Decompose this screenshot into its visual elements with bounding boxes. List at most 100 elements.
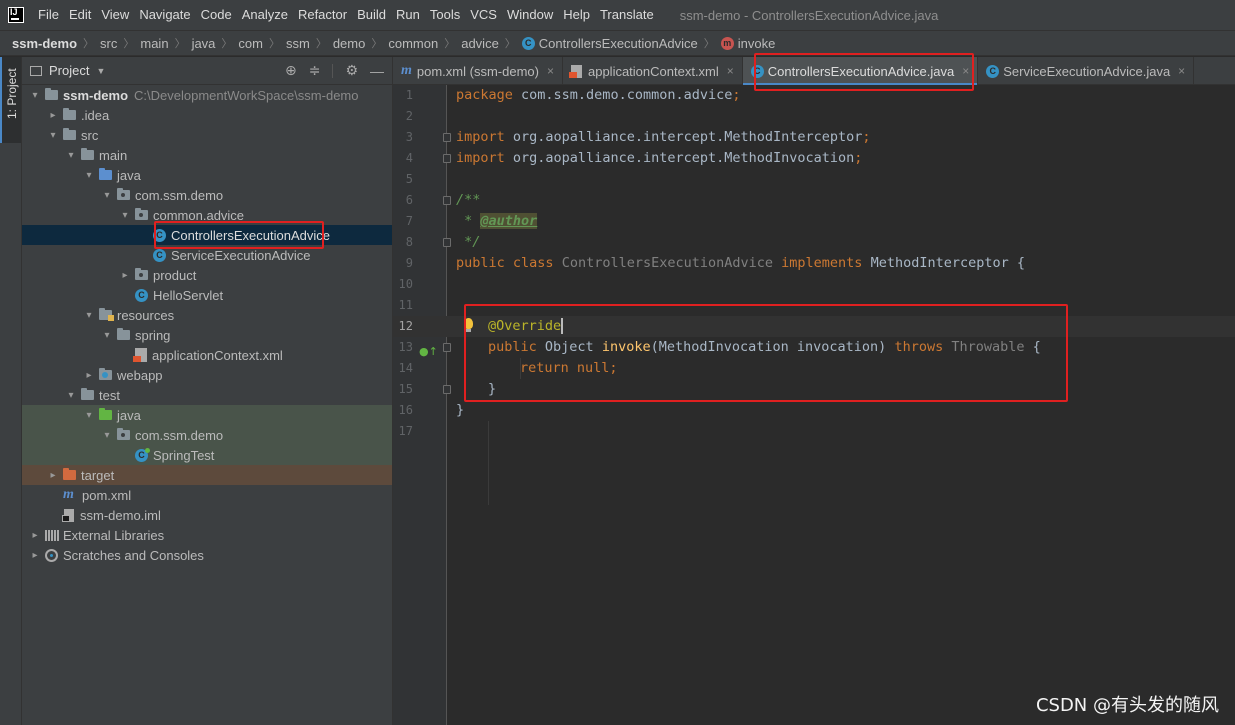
lightbulb-icon[interactable] — [464, 318, 473, 332]
chevron-down-icon[interactable]: ▾ — [100, 430, 114, 441]
tree-item-root[interactable]: ▾ ssm-demo C:\DevelopmentWorkSpace\ssm-d… — [22, 85, 392, 105]
menu-view[interactable]: View — [97, 0, 135, 30]
chevron-right-icon[interactable]: ▸ — [28, 530, 42, 541]
tree-item-test-java[interactable]: ▾ java — [22, 405, 392, 425]
breadcrumb-java[interactable]: java — [192, 36, 216, 51]
tree-item-service-advice[interactable]: C ServiceExecutionAdvice — [22, 245, 392, 265]
collapse-all-icon[interactable]: ≑ — [309, 62, 321, 79]
breadcrumb-common[interactable]: common — [388, 36, 438, 51]
tree-item-external-libraries[interactable]: ▸ External Libraries — [22, 525, 392, 545]
gear-icon[interactable]: ⚙ — [345, 62, 358, 79]
menu-navigate[interactable]: Navigate — [135, 0, 196, 30]
chevron-down-icon[interactable]: ▾ — [100, 190, 114, 201]
breadcrumb-class[interactable]: C ControllersExecutionAdvice — [521, 36, 698, 51]
breadcrumb-project[interactable]: ssm-demo — [12, 36, 77, 51]
tree-item-idea[interactable]: ▸ .idea — [22, 105, 392, 125]
breadcrumb-src[interactable]: src — [100, 36, 117, 51]
breadcrumb-main[interactable]: main — [140, 36, 168, 51]
tree-item-test[interactable]: ▾ test — [22, 385, 392, 405]
chevron-right-icon: 〉 — [123, 38, 135, 50]
project-view-selector[interactable]: Project — [49, 63, 89, 78]
chevron-down-icon[interactable]: ▾ — [118, 210, 132, 221]
tree-item-label: spring — [135, 327, 171, 343]
tree-item-resources[interactable]: ▾ resources — [22, 305, 392, 325]
excluded-folder-icon — [63, 468, 76, 480]
tab-service-advice[interactable]: C ServiceExecutionAdvice.java × — [978, 57, 1195, 85]
minimize-icon[interactable]: — — [370, 63, 384, 79]
fold-marker-icon[interactable] — [443, 154, 451, 163]
method-params: (MethodInvocation invocation) — [650, 339, 895, 355]
tree-item-target[interactable]: ▸ target — [22, 465, 392, 485]
locate-icon[interactable]: ⊕ — [285, 62, 297, 79]
chevron-down-icon[interactable]: ▾ — [100, 330, 114, 341]
tab-label: applicationContext.xml — [587, 63, 719, 79]
menu-build[interactable]: Build — [353, 0, 392, 30]
chevron-right-icon[interactable]: ▸ — [28, 550, 42, 561]
menu-analyze[interactable]: Analyze — [238, 0, 294, 30]
tree-item-spring[interactable]: ▾ spring — [22, 325, 392, 345]
menu-refactor[interactable]: Refactor — [294, 0, 353, 30]
code-line-8: 8 */ — [393, 232, 1235, 253]
chevron-down-icon[interactable]: ▾ — [82, 310, 96, 321]
fold-marker-icon[interactable] — [443, 196, 451, 205]
fold-marker-icon[interactable] — [443, 343, 451, 352]
chevron-down-icon[interactable]: ▾ — [64, 390, 78, 401]
tree-item-spring-test[interactable]: C SpringTest — [22, 445, 392, 465]
fold-marker-icon[interactable] — [443, 238, 451, 247]
tree-item-package[interactable]: ▾ com.ssm.demo — [22, 185, 392, 205]
breadcrumb-com[interactable]: com — [238, 36, 263, 51]
menu-tools[interactable]: Tools — [426, 0, 466, 30]
breadcrumb-demo[interactable]: demo — [333, 36, 366, 51]
chevron-down-icon[interactable]: ▾ — [46, 130, 60, 141]
menu-help[interactable]: Help — [559, 0, 596, 30]
chevron-right-icon[interactable]: ▸ — [46, 470, 60, 481]
watermark: CSDN @有头发的随风 — [1035, 695, 1219, 716]
breadcrumb-advice[interactable]: advice — [461, 36, 499, 51]
close-icon[interactable]: × — [1178, 64, 1185, 78]
tree-item-pom[interactable]: m pom.xml — [22, 485, 392, 505]
chevron-right-icon[interactable]: ▸ — [46, 110, 60, 121]
menu-code[interactable]: Code — [197, 0, 238, 30]
breadcrumb-ssm[interactable]: ssm — [286, 36, 310, 51]
folder-icon — [63, 128, 76, 140]
chevron-down-icon[interactable]: ▼ — [96, 66, 105, 76]
chevron-down-icon[interactable]: ▾ — [64, 150, 78, 161]
chevron-down-icon[interactable]: ▾ — [28, 90, 42, 101]
chevron-right-icon[interactable]: ▸ — [118, 270, 132, 281]
chevron-right-icon: 〉 — [174, 38, 186, 50]
breadcrumb-method[interactable]: m invoke — [720, 36, 775, 51]
tree-item-webapp[interactable]: ▸ webapp — [22, 365, 392, 385]
tab-application-context[interactable]: applicationContext.xml × — [563, 57, 743, 85]
code-editor[interactable]: 1 package com.ssm.demo.common.advice; 2 … — [393, 85, 1235, 725]
tree-item-main[interactable]: ▾ main — [22, 145, 392, 165]
menu-vcs[interactable]: VCS — [466, 0, 503, 30]
menu-run[interactable]: Run — [392, 0, 426, 30]
project-tool-tab[interactable]: 1: Project — [0, 57, 21, 143]
tree-item-common-advice[interactable]: ▾ common.advice — [22, 205, 392, 225]
line-number: 13 — [398, 340, 413, 354]
tree-item-scratches[interactable]: ▸ Scratches and Consoles — [22, 545, 392, 565]
chevron-right-icon[interactable]: ▸ — [82, 370, 96, 381]
brace: } — [456, 402, 465, 418]
tree-item-hello-servlet[interactable]: C HelloServlet — [22, 285, 392, 305]
tab-pom-xml[interactable]: m pom.xml (ssm-demo) × — [393, 57, 563, 85]
tree-item-controllers-advice[interactable]: C ControllersExecutionAdvice — [22, 225, 392, 245]
close-icon[interactable]: × — [547, 64, 554, 78]
chevron-down-icon[interactable]: ▾ — [82, 410, 96, 421]
chevron-down-icon[interactable]: ▾ — [82, 170, 96, 181]
fold-marker-icon[interactable] — [443, 133, 451, 142]
tree-item-src[interactable]: ▾ src — [22, 125, 392, 145]
menu-translate[interactable]: Translate — [596, 0, 660, 30]
fold-marker-icon[interactable] — [443, 385, 451, 394]
menu-edit[interactable]: Edit — [65, 0, 97, 30]
tree-item-iml[interactable]: ssm-demo.iml — [22, 505, 392, 525]
tree-item-product[interactable]: ▸ product — [22, 265, 392, 285]
menu-window[interactable]: Window — [503, 0, 559, 30]
tree-item-test-package[interactable]: ▾ com.ssm.demo — [22, 425, 392, 445]
close-icon[interactable]: × — [962, 64, 969, 78]
tab-controllers-advice[interactable]: C ControllersExecutionAdvice.java × — [742, 57, 979, 86]
tree-item-main-java[interactable]: ▾ java — [22, 165, 392, 185]
close-icon[interactable]: × — [727, 64, 734, 78]
menu-file[interactable]: File — [34, 0, 65, 30]
tree-item-app-context[interactable]: applicationContext.xml — [22, 345, 392, 365]
